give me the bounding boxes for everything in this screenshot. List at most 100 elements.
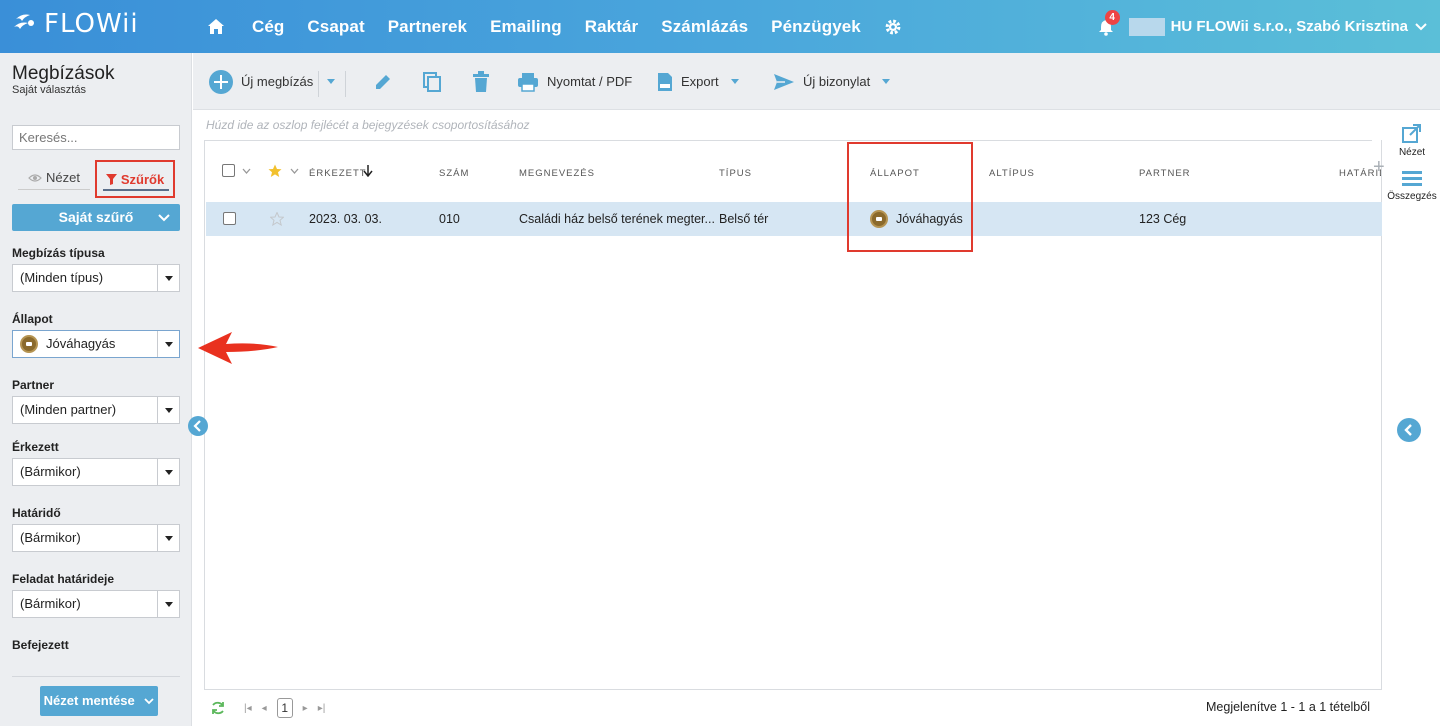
filter-sidebar: Megbízások Saját választás Nézet Szűrők … bbox=[0, 53, 192, 726]
status-value-text: Jóváhagyás bbox=[46, 336, 116, 351]
nav-item-warehouse[interactable]: Raktár bbox=[585, 17, 639, 37]
collapse-sidebar-button[interactable] bbox=[188, 416, 208, 436]
tab-view[interactable]: Nézet bbox=[18, 166, 90, 190]
logo[interactable]: FLOWii bbox=[12, 9, 139, 39]
chevron-down-icon bbox=[730, 79, 739, 84]
flowii-logo-icon bbox=[14, 14, 34, 29]
group-by-hint: Húzd ide az oszlop fejlécét a bejegyzése… bbox=[206, 118, 530, 132]
filter-value: (Minden típus) bbox=[20, 270, 104, 285]
filter-label-partner: Partner bbox=[12, 378, 55, 392]
nav-item-invoicing[interactable]: Számlázás bbox=[661, 17, 748, 37]
cell-type: Belső tér bbox=[719, 212, 769, 226]
sort-descending-icon[interactable] bbox=[363, 165, 373, 177]
chevron-down-icon[interactable] bbox=[154, 204, 174, 240]
nav-item-emailing[interactable]: Emailing bbox=[490, 17, 562, 37]
save-view-button[interactable]: Nézet mentése bbox=[40, 686, 158, 716]
add-column-icon[interactable]: + bbox=[1373, 156, 1385, 179]
export-button[interactable]: Export bbox=[657, 53, 739, 110]
sidebar-tabs: Nézet Szűrők bbox=[18, 158, 178, 198]
divider bbox=[345, 71, 346, 97]
last-page-icon[interactable]: ▸| bbox=[318, 703, 326, 714]
filter-value: (Bármikor) bbox=[20, 530, 81, 545]
nav-item-partners[interactable]: Partnerek bbox=[388, 17, 467, 37]
dropdown-arrow-icon[interactable] bbox=[157, 525, 179, 551]
summary-panel-label: Összegzés bbox=[1387, 191, 1437, 202]
star-outline-icon[interactable] bbox=[270, 212, 284, 226]
search-input[interactable] bbox=[12, 125, 180, 150]
filter-select-partner[interactable]: (Minden partner) bbox=[12, 396, 180, 424]
column-header-name[interactable]: Megnevezés bbox=[519, 168, 595, 179]
logo-text: FLOWii bbox=[44, 9, 139, 39]
gear-icon[interactable] bbox=[884, 18, 902, 36]
nav-item-finance[interactable]: Pénzügyek bbox=[771, 17, 861, 37]
home-icon[interactable] bbox=[206, 17, 226, 37]
divider bbox=[318, 71, 319, 97]
divider bbox=[12, 676, 180, 677]
column-header-number[interactable]: Szám bbox=[439, 168, 469, 179]
chevron-down-icon[interactable] bbox=[1414, 22, 1428, 32]
filter-select-task-deadline[interactable]: (Bármikor) bbox=[12, 590, 180, 618]
column-header-partner[interactable]: Partner bbox=[1139, 168, 1191, 179]
column-header-subtype[interactable]: Altípus bbox=[989, 168, 1035, 179]
print-pdf-button[interactable]: Nyomtat / PDF bbox=[517, 53, 632, 110]
user-name[interactable]: HU FLOWii s.r.o., Szabó Krisztina bbox=[1171, 18, 1408, 35]
table-row[interactable]: 2023. 03. 03. 010 Családi ház belső teré… bbox=[206, 202, 1382, 236]
next-page-icon[interactable]: ▸ bbox=[303, 703, 308, 714]
toolbar: Új megbízás Nyomtat / PDF Export Új bizo… bbox=[193, 53, 1440, 110]
dropdown-arrow-icon[interactable] bbox=[157, 331, 179, 357]
filter-label-received: Érkezett bbox=[12, 440, 59, 454]
filter-select-deadline[interactable]: (Bármikor) bbox=[12, 524, 180, 552]
refresh-icon[interactable] bbox=[210, 700, 226, 716]
main-nav: Cég Csapat Partnerek Emailing Raktár Szá… bbox=[206, 0, 902, 53]
xls-file-icon bbox=[658, 72, 672, 91]
new-document-label: Új bizonylat bbox=[803, 74, 871, 89]
dropdown-arrow-icon[interactable] bbox=[157, 591, 179, 617]
nav-item-company[interactable]: Cég bbox=[252, 17, 284, 37]
column-header-type[interactable]: Típus bbox=[719, 168, 752, 179]
tab-view-label: Nézet bbox=[46, 170, 80, 185]
filter-value: (Bármikor) bbox=[20, 596, 81, 611]
edit-button[interactable] bbox=[373, 53, 393, 110]
new-order-button[interactable]: Új megbízás bbox=[209, 53, 313, 110]
column-header-received[interactable]: Érkezett bbox=[309, 168, 367, 179]
copy-icon bbox=[423, 71, 441, 92]
dropdown-arrow-icon[interactable] bbox=[157, 397, 179, 423]
filter-select-status[interactable]: Jóváhagyás bbox=[12, 330, 180, 358]
filter-select-order-type[interactable]: (Minden típus) bbox=[12, 264, 180, 292]
collapse-right-panel-button[interactable] bbox=[1397, 418, 1421, 442]
plus-circle-icon bbox=[209, 69, 233, 94]
first-page-icon[interactable]: |◂ bbox=[244, 703, 252, 714]
red-arrow-annotation-icon bbox=[198, 332, 278, 364]
view-panel-button[interactable]: Nézet bbox=[1384, 124, 1440, 158]
chevron-down-icon[interactable] bbox=[290, 168, 299, 174]
main-content: Húzd ide az oszlop fejlécét a bejegyzése… bbox=[193, 110, 1385, 726]
external-link-icon bbox=[1402, 124, 1421, 143]
eye-icon bbox=[28, 173, 42, 182]
view-panel-label: Nézet bbox=[1398, 147, 1426, 158]
own-filter-button[interactable]: Saját szűrő bbox=[12, 204, 180, 231]
status-approval-icon bbox=[20, 335, 38, 353]
select-all-checkbox[interactable] bbox=[222, 164, 235, 177]
dropdown-arrow-icon[interactable] bbox=[157, 459, 179, 485]
page-number[interactable]: 1 bbox=[276, 698, 293, 718]
new-order-dropdown[interactable] bbox=[327, 53, 335, 110]
filter-value: (Bármikor) bbox=[20, 464, 81, 479]
row-checkbox[interactable] bbox=[223, 212, 236, 225]
chevron-down-icon[interactable] bbox=[242, 168, 251, 174]
notification-bell[interactable]: 4 bbox=[1097, 9, 1120, 36]
copy-button[interactable] bbox=[422, 53, 442, 110]
summary-panel-button[interactable]: Összegzés bbox=[1384, 170, 1440, 202]
chevron-down-icon bbox=[144, 698, 154, 705]
filter-select-received[interactable]: (Bármikor) bbox=[12, 458, 180, 486]
new-document-button[interactable]: Új bizonylat bbox=[773, 53, 891, 110]
prev-page-icon[interactable]: ◂ bbox=[262, 703, 267, 714]
dropdown-arrow-icon[interactable] bbox=[157, 265, 179, 291]
cell-name: Családi ház belső terének megter... bbox=[519, 212, 715, 226]
filter-label-status: Állapot bbox=[12, 312, 53, 326]
tab-filters[interactable]: Szűrők bbox=[95, 160, 175, 198]
delete-button[interactable] bbox=[472, 53, 490, 110]
export-label: Export bbox=[681, 74, 719, 89]
nav-item-team[interactable]: Csapat bbox=[307, 17, 364, 37]
star-icon[interactable] bbox=[268, 164, 282, 178]
user-area: 4 HU FLOWii s.r.o., Szabó Krisztina bbox=[1097, 0, 1428, 53]
